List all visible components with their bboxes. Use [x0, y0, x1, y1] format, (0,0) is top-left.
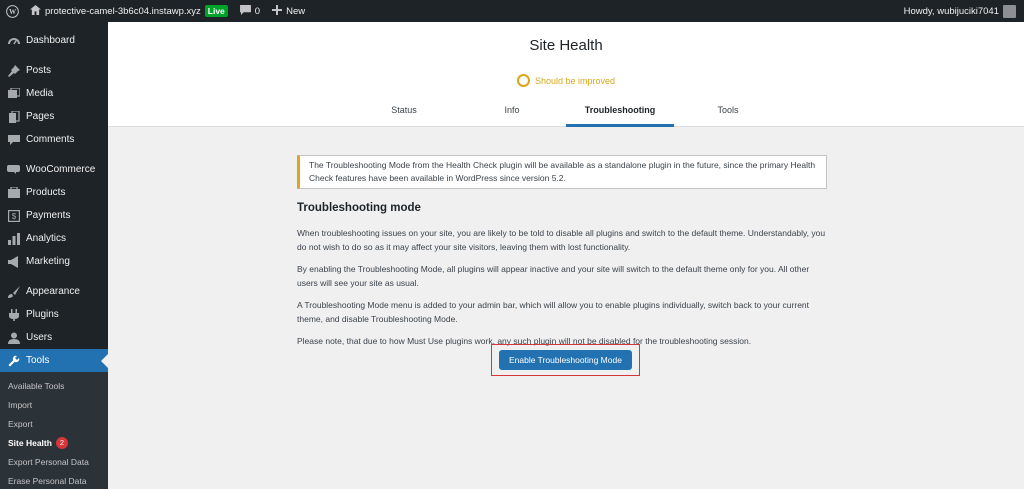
sidebar-item-label: Analytics	[26, 233, 67, 244]
pin-icon	[7, 64, 20, 77]
sidebar-item-pages[interactable]: Pages	[0, 105, 108, 128]
sidebar-item-label: Payments	[26, 210, 71, 221]
paragraph: A Troubleshooting Mode menu is added to …	[297, 300, 810, 324]
products-icon	[7, 186, 20, 199]
section-heading: Troubleshooting mode	[297, 202, 421, 214]
plugin-icon	[7, 308, 20, 321]
wrench-icon	[7, 354, 20, 367]
site-health-header: Site Health Should be improved Status In…	[108, 22, 1024, 127]
admin-sidebar: Dashboard Posts Media Pages Comments Woo…	[0, 22, 108, 489]
comments-link[interactable]: 0	[234, 0, 266, 22]
sidebar-item-users[interactable]: Users	[0, 326, 108, 349]
paintbrush-icon	[7, 285, 20, 298]
submenu-item-label: Site Health	[8, 437, 52, 448]
status-progress-ring-icon	[516, 74, 530, 87]
sidebar-item-products[interactable]: Products	[0, 181, 108, 204]
new-content-link[interactable]: New	[266, 0, 311, 22]
sidebar-item-label: WooCommerce	[26, 164, 96, 175]
svg-text:$: $	[11, 212, 16, 221]
sidebar-item-label: Appearance	[26, 286, 80, 297]
sidebar-item-label: Marketing	[26, 256, 70, 267]
tab-tools[interactable]: Tools	[674, 97, 782, 127]
pages-icon	[7, 110, 20, 123]
sidebar-item-label: Media	[26, 88, 54, 99]
sidebar-item-marketing[interactable]: Marketing	[0, 250, 108, 273]
wordpress-logo-icon[interactable]: W	[0, 0, 24, 22]
sidebar-item-payments[interactable]: $ Payments	[0, 204, 108, 227]
dashboard-icon	[7, 34, 20, 47]
sidebar-item-label: Comments	[26, 134, 75, 145]
sidebar-item-woocommerce[interactable]: WooCommerce	[0, 158, 108, 181]
home-icon	[30, 4, 41, 18]
avatar	[1003, 4, 1016, 18]
comment-bubble-icon	[239, 4, 251, 18]
plus-icon	[272, 4, 283, 18]
comments-icon	[7, 133, 20, 146]
sidebar-item-label: Products	[26, 187, 66, 198]
troubleshooting-content: The Troubleshooting Mode from the Health…	[297, 155, 827, 376]
site-name: protective-camel-3b6c04.instawp.xyz	[45, 5, 201, 17]
payments-icon: $	[7, 209, 20, 222]
site-health-tabs: Status Info Troubleshooting Tools	[108, 97, 1024, 127]
sidebar-item-dashboard[interactable]: Dashboard	[0, 29, 108, 52]
sidebar-item-comments[interactable]: Comments	[0, 128, 108, 151]
site-health-count-badge: 2	[55, 436, 68, 449]
users-icon	[7, 331, 20, 344]
sidebar-item-posts[interactable]: Posts	[0, 59, 108, 82]
submenu-item-export-personal-data[interactable]: Export Personal Data	[0, 452, 108, 471]
sidebar-item-tools[interactable]: Tools	[0, 349, 108, 372]
button-highlight-box: Enable Troubleshooting Mode	[491, 344, 640, 376]
sidebar-item-label: Dashboard	[26, 35, 75, 46]
tab-info[interactable]: Info	[458, 97, 566, 127]
submenu-item-erase-personal-data[interactable]: Erase Personal Data	[0, 471, 108, 489]
paragraph: When troubleshooting issues on your site…	[297, 228, 826, 252]
media-icon	[7, 87, 20, 100]
sidebar-item-media[interactable]: Media	[0, 82, 108, 105]
submenu-item-available-tools[interactable]: Available Tools	[0, 376, 108, 395]
submenu-item-export[interactable]: Export	[0, 414, 108, 433]
woocommerce-icon	[7, 163, 20, 176]
live-badge: Live	[204, 5, 228, 17]
greeting: Howdy, wubijuciki7041	[903, 5, 999, 17]
account-menu[interactable]: Howdy, wubijuciki7041	[903, 4, 1024, 18]
analytics-icon	[7, 232, 20, 245]
new-label: New	[286, 5, 306, 17]
tab-troubleshooting[interactable]: Troubleshooting	[566, 97, 674, 127]
submenu-item-site-health[interactable]: Site Health 2	[0, 433, 108, 452]
sidebar-item-plugins[interactable]: Plugins	[0, 303, 108, 326]
sidebar-item-label: Tools	[26, 355, 50, 366]
tools-submenu: Available Tools Import Export Site Healt…	[0, 372, 108, 489]
site-name-link[interactable]: protective-camel-3b6c04.instawp.xyz Live	[24, 0, 234, 22]
comments-count: 0	[254, 5, 261, 17]
page-title: Site Health	[529, 37, 603, 54]
sidebar-item-appearance[interactable]: Appearance	[0, 280, 108, 303]
tab-status[interactable]: Status	[350, 97, 458, 127]
enable-troubleshooting-mode-button[interactable]: Enable Troubleshooting Mode	[499, 350, 632, 370]
sidebar-item-analytics[interactable]: Analytics	[0, 227, 108, 250]
svg-text:W: W	[8, 8, 16, 16]
admin-bar: W protective-camel-3b6c04.instawp.xyz Li…	[0, 0, 1024, 22]
sidebar-item-label: Plugins	[26, 309, 59, 320]
megaphone-icon	[7, 255, 20, 268]
status-label: Should be improved	[534, 75, 616, 86]
paragraph: By enabling the Troubleshooting Mode, al…	[297, 264, 810, 288]
sidebar-item-label: Users	[26, 332, 53, 343]
health-status: Should be improved	[108, 74, 1024, 87]
sidebar-item-label: Posts	[26, 65, 52, 76]
submenu-item-import[interactable]: Import	[0, 395, 108, 414]
warning-notice: The Troubleshooting Mode from the Health…	[297, 155, 827, 189]
sidebar-item-label: Pages	[26, 111, 55, 122]
